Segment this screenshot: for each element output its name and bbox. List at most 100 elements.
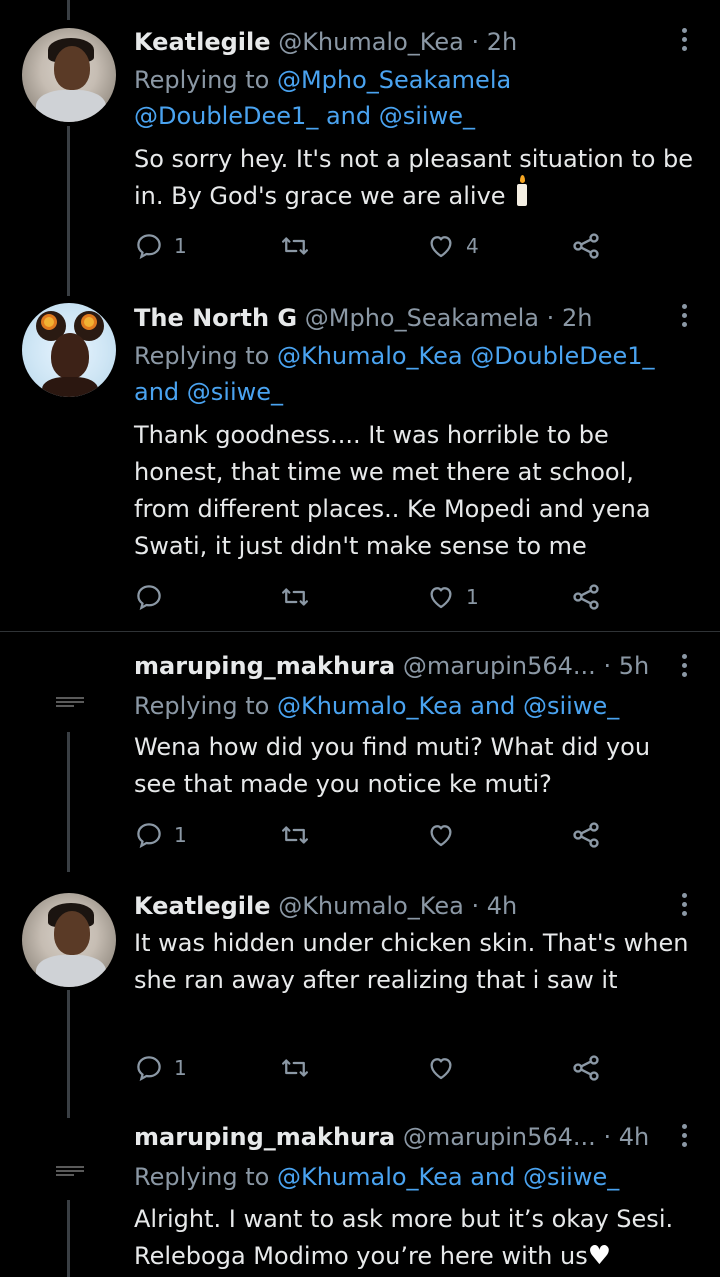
tweet-text: Wena how did you find muti? What did you… — [134, 729, 694, 803]
tweet-actions: 1 — [134, 580, 614, 614]
separator-dot: · — [546, 304, 555, 332]
reply-button[interactable] — [134, 580, 174, 614]
like-button[interactable] — [426, 818, 466, 852]
tweet-header: Keatlegile @Khumalo_Kea · 4h — [134, 890, 694, 922]
retweet-icon — [282, 588, 308, 606]
separator-dot: · — [603, 652, 612, 680]
heart-icon — [430, 587, 452, 609]
thread-line — [67, 990, 70, 1118]
like-button[interactable]: 1 — [426, 580, 479, 614]
retweet-button[interactable] — [280, 818, 320, 852]
retweet-button[interactable] — [280, 229, 320, 263]
reply-icon — [137, 1056, 161, 1082]
retweet-icon — [282, 826, 308, 844]
tweet-actions: 1 — [134, 1051, 614, 1085]
like-button[interactable] — [426, 1051, 466, 1085]
share-icon — [573, 822, 599, 848]
thread-line — [67, 1200, 70, 1277]
tweet-text: It was hidden under chicken skin. That's… — [134, 925, 694, 999]
share-button[interactable] — [570, 1051, 602, 1085]
separator-dot: · — [603, 1123, 612, 1151]
display-name[interactable]: maruping_makhura — [134, 1123, 395, 1151]
divider — [0, 631, 720, 632]
reply-button[interactable]: 1 — [134, 229, 187, 263]
thread-line — [67, 0, 70, 20]
replying-to-label: Replying to — [134, 342, 270, 370]
replying-to-label: Replying to — [134, 1163, 270, 1191]
display-name[interactable]: Keatlegile — [134, 28, 271, 56]
tweet-body: It was hidden under chicken skin. That's… — [134, 929, 689, 994]
display-name[interactable]: Keatlegile — [134, 892, 271, 920]
thread-line — [67, 732, 70, 872]
share-button[interactable] — [570, 818, 602, 852]
timestamp[interactable]: 4h — [487, 892, 517, 920]
reply-thread: Keatlegile @Khumalo_Kea · 2h Replying to… — [0, 0, 720, 1277]
tweet-header: Keatlegile @Khumalo_Kea · 2h — [134, 26, 694, 58]
avatar[interactable] — [22, 28, 116, 122]
user-handle[interactable]: @marupin564... — [403, 652, 596, 680]
mention-link[interactable]: @Khumalo_Kea and @siiwe_ — [277, 1163, 619, 1191]
reply-button[interactable]: 1 — [134, 1051, 187, 1085]
share-icon — [573, 233, 599, 259]
tweet-text: Thank goodness.... It was horrible to be… — [134, 417, 694, 565]
heart-icon — [430, 236, 452, 258]
reply-icon — [137, 585, 161, 611]
avatar[interactable] — [56, 697, 84, 709]
reply-count: 1 — [174, 823, 187, 847]
like-button[interactable]: 4 — [426, 229, 479, 263]
avatar[interactable] — [22, 893, 116, 987]
user-handle[interactable]: @Khumalo_Kea — [278, 892, 464, 920]
replying-to: Replying to @Khumalo_Kea and @siiwe_ — [134, 688, 694, 724]
tweet-body: So sorry hey. It's not a pleasant situat… — [134, 145, 694, 210]
reply-icon — [137, 234, 161, 260]
heart-icon — [430, 825, 452, 847]
avatar[interactable] — [56, 1166, 84, 1178]
more-options-icon[interactable] — [678, 654, 690, 680]
heart-icon — [430, 1058, 452, 1080]
more-options-icon[interactable] — [678, 1124, 690, 1150]
avatar[interactable] — [22, 303, 116, 397]
mention-link[interactable]: @Khumalo_Kea @DoubleDee1_ — [277, 342, 655, 370]
tweet-text: So sorry hey. It's not a pleasant situat… — [134, 141, 694, 215]
retweet-button[interactable] — [280, 580, 320, 614]
like-count: 1 — [466, 585, 479, 609]
more-options-icon[interactable] — [678, 893, 690, 919]
candle-emoji-icon — [517, 175, 528, 206]
mention-link[interactable]: @Mpho_Seakamela — [277, 66, 511, 94]
reply-icon — [137, 823, 161, 849]
timestamp[interactable]: 5h — [619, 652, 649, 680]
mention-link[interactable]: @DoubleDee1_ and @siiwe_ — [134, 102, 475, 130]
thread-line — [67, 126, 70, 296]
tweet-header: The North G @Mpho_Seakamela · 2h — [134, 302, 694, 334]
timestamp[interactable]: 4h — [619, 1123, 649, 1151]
reply-count: 1 — [174, 234, 187, 258]
replying-to-label: Replying to — [134, 66, 270, 94]
reply-count: 1 — [174, 1056, 187, 1080]
more-options-icon[interactable] — [678, 304, 690, 330]
share-icon — [573, 1055, 599, 1081]
tweet-actions: 1 4 — [134, 229, 614, 263]
display-name[interactable]: The North G — [134, 304, 297, 332]
retweet-icon — [282, 237, 308, 255]
replying-to: Replying to @Khumalo_Kea and @siiwe_ — [134, 1159, 694, 1195]
timestamp[interactable]: 2h — [487, 28, 517, 56]
timestamp[interactable]: 2h — [562, 304, 592, 332]
mention-link[interactable]: and @siiwe_ — [134, 378, 283, 406]
separator-dot: · — [471, 892, 480, 920]
share-button[interactable] — [570, 229, 602, 263]
display-name[interactable]: maruping_makhura — [134, 652, 395, 680]
tweet-body: Wena how did you find muti? What did you… — [134, 733, 651, 798]
user-handle[interactable]: @marupin564... — [403, 1123, 596, 1151]
share-button[interactable] — [570, 580, 602, 614]
separator-dot: · — [471, 28, 480, 56]
mention-link[interactable]: @Khumalo_Kea and @siiwe_ — [277, 692, 619, 720]
tweet-header: maruping_makhura @marupin564... · 5h — [134, 650, 694, 682]
reply-button[interactable]: 1 — [134, 818, 187, 852]
user-handle[interactable]: @Khumalo_Kea — [278, 28, 464, 56]
retweet-button[interactable] — [280, 1051, 320, 1085]
more-options-icon[interactable] — [678, 28, 690, 54]
replying-to: Replying to @Mpho_Seakamela @DoubleDee1_… — [134, 62, 694, 134]
share-icon — [573, 584, 599, 610]
user-handle[interactable]: @Mpho_Seakamela — [305, 304, 539, 332]
tweet-text: Alright. I want to ask more but it’s oka… — [134, 1201, 694, 1275]
